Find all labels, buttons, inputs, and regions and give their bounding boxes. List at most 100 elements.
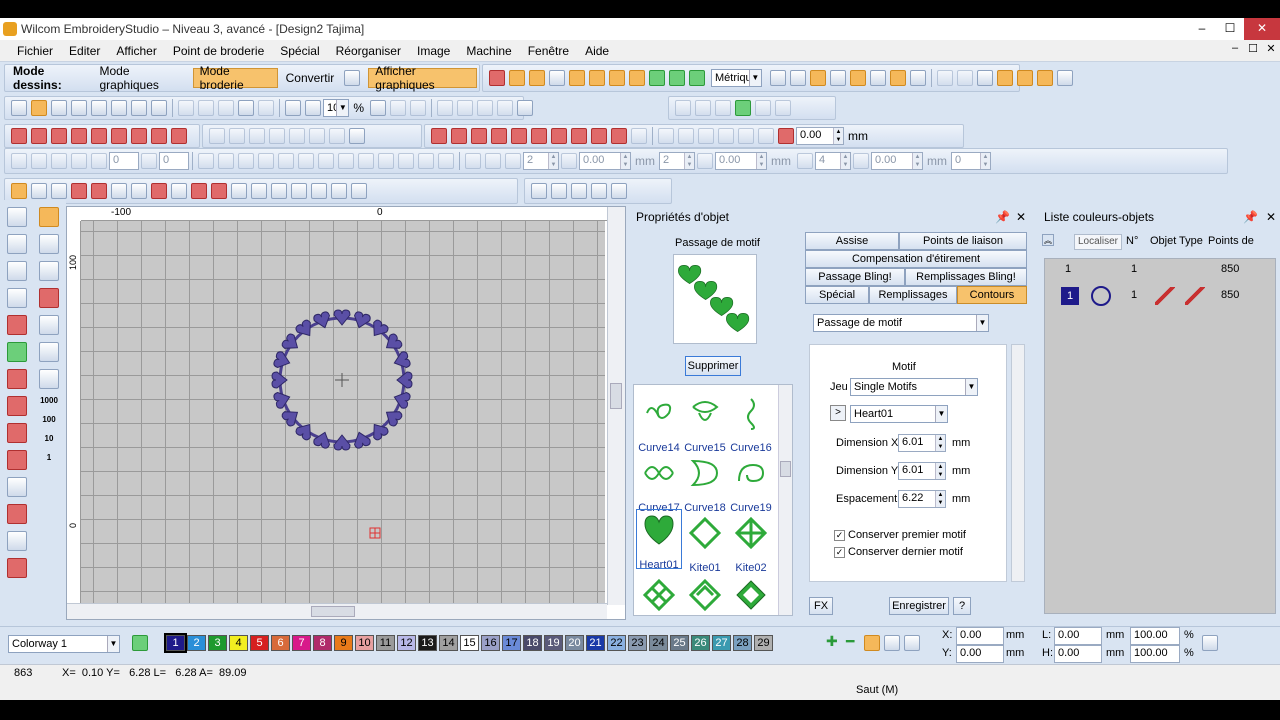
design-canvas[interactable] bbox=[81, 221, 605, 605]
rectangle-tool-icon[interactable] bbox=[611, 183, 627, 199]
shape-hex-icon[interactable] bbox=[715, 100, 731, 116]
color-swatch-11[interactable]: 11 bbox=[376, 635, 395, 651]
save-icon[interactable] bbox=[51, 100, 67, 116]
outline-9-icon[interactable] bbox=[591, 128, 607, 144]
satin-stitch-icon[interactable] bbox=[489, 70, 505, 86]
zigzag-icon[interactable] bbox=[91, 183, 107, 199]
ungroup-icon[interactable] bbox=[477, 100, 494, 116]
monogram-icon[interactable] bbox=[956, 70, 973, 86]
color-swatch-29[interactable]: 29 bbox=[754, 635, 773, 651]
check-icon[interactable] bbox=[976, 70, 993, 86]
circle-tool-icon[interactable] bbox=[191, 183, 207, 199]
outline-object-icon[interactable] bbox=[7, 315, 27, 335]
keep-first-checkbox[interactable]: ✓ Conserver premier motif bbox=[834, 529, 966, 541]
radial-spacing-input[interactable]: 0.00 ▲ ▼ bbox=[871, 152, 923, 170]
transform-3-icon[interactable] bbox=[51, 153, 67, 169]
color-swatch-24[interactable]: 24 bbox=[649, 635, 668, 651]
stitch-bars-left-icon[interactable] bbox=[7, 450, 27, 470]
color-swatch-10[interactable]: 10 bbox=[355, 635, 374, 651]
pen-icon[interactable] bbox=[51, 183, 67, 199]
y-input[interactable]: 0.00 bbox=[956, 645, 1004, 663]
sequence-icon[interactable] bbox=[909, 70, 926, 86]
tab-passage-bling[interactable]: Passage Bling! bbox=[805, 268, 905, 286]
effect-7-icon[interactable] bbox=[131, 128, 147, 144]
column-icon[interactable] bbox=[111, 183, 127, 199]
rows-input[interactable]: 2 ▲ ▼ bbox=[523, 152, 559, 170]
dist-2-icon[interactable] bbox=[218, 153, 234, 169]
h-input[interactable]: 0.00 bbox=[1054, 645, 1102, 663]
outline-8-icon[interactable] bbox=[571, 128, 587, 144]
zoom-fit-icon[interactable] bbox=[370, 100, 387, 116]
stitch-cross-icon[interactable] bbox=[7, 477, 27, 497]
save-motif-button[interactable]: Enregistrer bbox=[889, 597, 949, 615]
freehand-tool-icon[interactable] bbox=[571, 183, 587, 199]
color-swatch-26[interactable]: 26 bbox=[691, 635, 710, 651]
show-grid-icon[interactable] bbox=[517, 100, 534, 116]
shape-square-icon[interactable] bbox=[675, 100, 691, 116]
measure-icon[interactable] bbox=[869, 70, 886, 86]
travel-100-label[interactable]: 100 bbox=[34, 415, 64, 424]
align-5-icon[interactable] bbox=[738, 128, 754, 144]
color-swatch-5[interactable]: 5 bbox=[250, 635, 269, 651]
color-swatch-6[interactable]: 6 bbox=[271, 635, 290, 651]
color-swatch-16[interactable]: 16 bbox=[481, 635, 500, 651]
radial-angle-input[interactable]: 0 ▲ ▼ bbox=[951, 152, 991, 170]
motif-kite04[interactable] bbox=[682, 575, 728, 624]
color-swatch-13[interactable]: 13 bbox=[418, 635, 437, 651]
tie-off-icon[interactable] bbox=[1036, 70, 1053, 86]
color-swatch-21[interactable]: 21 bbox=[586, 635, 605, 651]
tab-special[interactable]: Spécial bbox=[805, 286, 869, 304]
motif-kite02[interactable]: Kite02 bbox=[728, 513, 774, 574]
vscroll-thumb[interactable] bbox=[610, 383, 622, 409]
arrange-5-icon[interactable] bbox=[289, 128, 305, 144]
l-input[interactable]: 0.00 bbox=[1054, 627, 1102, 645]
align-2-icon[interactable] bbox=[678, 128, 694, 144]
tatami-stitch-icon[interactable] bbox=[509, 70, 525, 86]
hscroll-thumb[interactable] bbox=[311, 606, 355, 617]
star-icon[interactable] bbox=[7, 531, 27, 551]
reshape-icon[interactable] bbox=[31, 183, 47, 199]
dist-7-icon[interactable] bbox=[318, 153, 334, 169]
people-icon[interactable] bbox=[251, 183, 267, 199]
line-tool-icon[interactable] bbox=[531, 183, 547, 199]
pan-icon[interactable] bbox=[410, 100, 427, 116]
travel-2-icon[interactable] bbox=[39, 261, 59, 281]
send-machine-icon[interactable] bbox=[151, 100, 167, 116]
dist-9-icon[interactable] bbox=[358, 153, 374, 169]
stitch-zigzag-icon[interactable] bbox=[7, 423, 27, 443]
color-edit-icon[interactable] bbox=[904, 635, 920, 651]
motif-curve14[interactable]: Curve14 bbox=[636, 393, 682, 454]
outline-10-icon[interactable] bbox=[611, 128, 627, 144]
dim-x-input[interactable]: 6.01 ▲ ▼ bbox=[898, 434, 946, 452]
scale-x-input[interactable]: 100.00 bbox=[1130, 627, 1180, 645]
skew-input[interactable]: 0 bbox=[159, 152, 189, 170]
new-file-icon[interactable] bbox=[11, 100, 27, 116]
color-swatch-19[interactable]: 19 bbox=[544, 635, 563, 651]
color-blend-icon[interactable] bbox=[649, 70, 665, 86]
menu-fenetre[interactable]: Fenêtre bbox=[528, 44, 569, 58]
parallel-icon[interactable] bbox=[331, 183, 347, 199]
effect-5-icon[interactable] bbox=[91, 128, 107, 144]
outline-2-icon[interactable] bbox=[451, 128, 467, 144]
shape-cloud-icon[interactable] bbox=[775, 100, 791, 116]
travel-4-icon[interactable] bbox=[39, 315, 59, 335]
fill-area-icon[interactable] bbox=[131, 183, 147, 199]
color-swatch-3[interactable]: 3 bbox=[208, 635, 227, 651]
color-swatch-22[interactable]: 22 bbox=[607, 635, 626, 651]
motif-gallery-scrollbar[interactable] bbox=[778, 385, 792, 615]
stitch-curve-icon[interactable] bbox=[7, 396, 27, 416]
dist-1-icon[interactable] bbox=[198, 153, 214, 169]
shape-octagon-icon[interactable] bbox=[735, 100, 751, 116]
cross-stitch-icon[interactable] bbox=[609, 70, 625, 86]
array-3-icon[interactable] bbox=[505, 153, 521, 169]
cut-icon[interactable] bbox=[178, 100, 194, 116]
color-swatch-15[interactable]: 15 bbox=[460, 635, 479, 651]
motif-curve16[interactable]: Curve16 bbox=[728, 393, 774, 454]
collapse-icon[interactable]: ︽ bbox=[1042, 234, 1054, 246]
effect-3-icon[interactable] bbox=[51, 128, 67, 144]
spacing-input[interactable]: 6.22 ▲ ▼ bbox=[898, 490, 946, 508]
dist-6-icon[interactable] bbox=[298, 153, 314, 169]
color-swatch-18[interactable]: 18 bbox=[523, 635, 542, 651]
transform-1-icon[interactable] bbox=[11, 153, 27, 169]
arrange-6-icon[interactable] bbox=[309, 128, 325, 144]
